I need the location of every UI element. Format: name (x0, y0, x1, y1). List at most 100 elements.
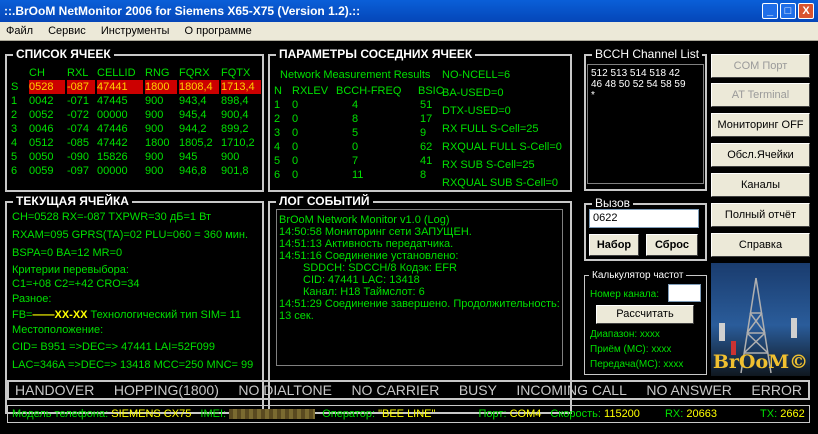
call-status-bar: HANDOVER HOPPING(1800) NO DIALTONE NO CA… (7, 380, 810, 400)
header-fqrx: FQRX (179, 67, 210, 79)
menu-tools[interactable]: Инструменты (95, 22, 176, 41)
cell-rxl: -072 (67, 109, 90, 121)
table-row: 4 0 0 62 (274, 140, 450, 154)
cell-fqrx: 946,8 (179, 165, 207, 177)
current-line-9: CID= B951 =>DEC=> 47441 LAI=52F099 (12, 341, 216, 353)
current-line-2: RXAM=095 GPRS(TA)=02 PLU=060 = 360 мин. (12, 229, 249, 241)
table-row: 3059 (274, 126, 450, 140)
cell-fqrx: 945 (179, 151, 198, 163)
cell-list-title: СПИСОК ЯЧЕЕК (13, 47, 114, 61)
tx-label: TX: (760, 408, 778, 420)
imei-redacted (229, 409, 316, 420)
reset-button[interactable]: Сброс (646, 234, 698, 256)
param-ba-used: BA-USED=0 (442, 87, 504, 99)
close-button[interactable]: X (798, 3, 814, 19)
cell-list-panel: СПИСОК ЯЧЕЕК CH RXL CELLID RNG FQRX FQTX… (5, 47, 264, 192)
nb-freq: 5 (352, 127, 359, 139)
cell-fqtx: 899,2 (221, 123, 249, 135)
table-row: 1 0042 -071 47445 900 943,4 898,4 (11, 94, 261, 108)
table-row: 6 0059 -097 00000 900 946,8 901,8 (11, 164, 261, 178)
header-rxl: RXL (67, 67, 89, 79)
cell-fqtx: 900 (221, 151, 240, 163)
current-cell-title: ТЕКУЩАЯ ЯЧЕЙКА (13, 194, 132, 208)
help-button[interactable]: Справка (711, 233, 810, 257)
serving-cell-button[interactable]: Обсл.Ячейки (711, 143, 810, 167)
minimize-button[interactable]: _ (762, 3, 778, 19)
table-row: 2 0052 -072 00000 900 945,4 900,4 (11, 108, 261, 122)
window-title: ::.BrOoM NetMonitor 2006 for Siemens X65… (4, 4, 361, 18)
cell-fqrx: 1808,4 (179, 80, 219, 94)
full-report-button[interactable]: Полный отчёт (711, 203, 810, 227)
freq-calc-title: Калькулятор частот (589, 269, 687, 283)
at-terminal-button[interactable]: AT Terminal (711, 83, 810, 107)
cell-fqtx: 1710,2 (221, 137, 255, 149)
model-value: SIEMENS CX75 (111, 408, 192, 420)
event-log-box[interactable]: BrOoM Network Monitor v1.0 (Log) 14:50:5… (276, 209, 563, 366)
bcch-list[interactable]: 512 513 514 518 42 46 48 50 52 54 58 59 … (587, 64, 704, 184)
cell-cellid: 00000 (97, 109, 128, 121)
event-log-title: ЛОГ СОБЫТИЙ (276, 194, 373, 208)
operator-value: "BEE LINE" (378, 408, 436, 420)
nb-rxlev: 0 (292, 169, 299, 181)
table-row: S 0528 -087 47441 1800 1808,4 1713,4 (11, 80, 261, 94)
nb-freq: 4 (352, 99, 359, 111)
call-number-input[interactable]: 0622 (589, 209, 699, 228)
status-no-carrier: NO CARRIER (351, 382, 440, 398)
title-bar: ::.BrOoM NetMonitor 2006 for Siemens X65… (0, 0, 818, 22)
header-bcch-freq: BCCH-FREQ (336, 85, 402, 97)
device-info-bar: Модель телефона: SIEMENS CX75 IMEI: Опер… (7, 405, 810, 423)
param-dtx-used: DTX-USED=0 (442, 105, 511, 117)
com-port-button[interactable]: COM Порт (711, 54, 810, 78)
menu-about[interactable]: О программе (179, 22, 258, 41)
monitoring-toggle-button[interactable]: Мониторинг OFF (711, 113, 810, 137)
channels-button[interactable]: Каналы (711, 173, 810, 197)
cell-rng: 900 (145, 151, 164, 163)
cell-table: CH RXL CELLID RNG FQRX FQTX S 0528 -087 … (11, 66, 261, 178)
neighbour-header: N RXLEV BCCH-FREQ BSIC (274, 84, 450, 98)
cell-rxl: -097 (67, 165, 90, 177)
log-line: 13 сек. (279, 310, 314, 322)
cell-idx: 4 (11, 137, 18, 149)
calc-range: Диапазон: xxxx (590, 329, 660, 340)
log-line: 14:51:16 Соединение установлено: (279, 250, 459, 262)
cell-ch: 0042 (29, 95, 54, 107)
nb-n: 1 (274, 99, 281, 111)
maximize-button[interactable]: □ (780, 3, 796, 19)
header-fqtx: FQTX (221, 67, 251, 79)
header-rxlev: RXLEV (292, 85, 329, 97)
calc-rx: Приём (МС): xxxx (590, 344, 672, 355)
log-line: SDDCH: SDCCH/8 Кодэк: EFR (303, 262, 457, 274)
cell-rng: 1800 (145, 137, 170, 149)
sim-type: Технологический тип SIM= 11 (87, 309, 241, 321)
cell-idx: 2 (11, 109, 18, 121)
nb-rxlev: 0 (292, 99, 299, 111)
nb-freq: 11 (352, 169, 364, 181)
nb-n: 3 (274, 127, 281, 139)
status-no-answer: NO ANSWER (646, 382, 732, 398)
table-row: 5 0 7 41 (274, 154, 450, 168)
nb-n: 5 (274, 155, 281, 167)
menu-service[interactable]: Сервис (42, 22, 92, 41)
channel-input[interactable] (668, 284, 701, 302)
tx-value: 2662 (780, 408, 805, 420)
cell-rng: 900 (145, 165, 164, 177)
cell-idx: 6 (11, 165, 18, 177)
nb-n: 4 (274, 141, 281, 153)
neighbour-table: N RXLEV BCCH-FREQ BSIC 1 0 4 51 2 0 8 17 3059 … (274, 84, 450, 182)
cell-fqrx: 944,2 (179, 123, 207, 135)
current-line-5: C1=+08 C2=+42 CRO=34 (12, 278, 140, 290)
cell-fqrx: 945,4 (179, 109, 207, 121)
nb-n: 2 (274, 113, 281, 125)
calculate-button[interactable]: Рассчитать (596, 305, 694, 324)
speed-label: Скорость: (550, 408, 601, 420)
menu-file[interactable]: Файл (0, 22, 39, 41)
cell-cellid: 47441 (97, 80, 143, 94)
nb-rxlev: 0 (292, 113, 299, 125)
current-line-8: Местоположение: (12, 324, 104, 336)
cell-rxl: -085 (67, 137, 90, 149)
table-row: 5 0050 -090 15826 900 945 900 (11, 150, 261, 164)
header-ch: CH (29, 67, 45, 79)
nb-freq: 0 (352, 141, 359, 153)
cell-rng: 900 (145, 123, 164, 135)
dial-button[interactable]: Набор (589, 234, 639, 256)
